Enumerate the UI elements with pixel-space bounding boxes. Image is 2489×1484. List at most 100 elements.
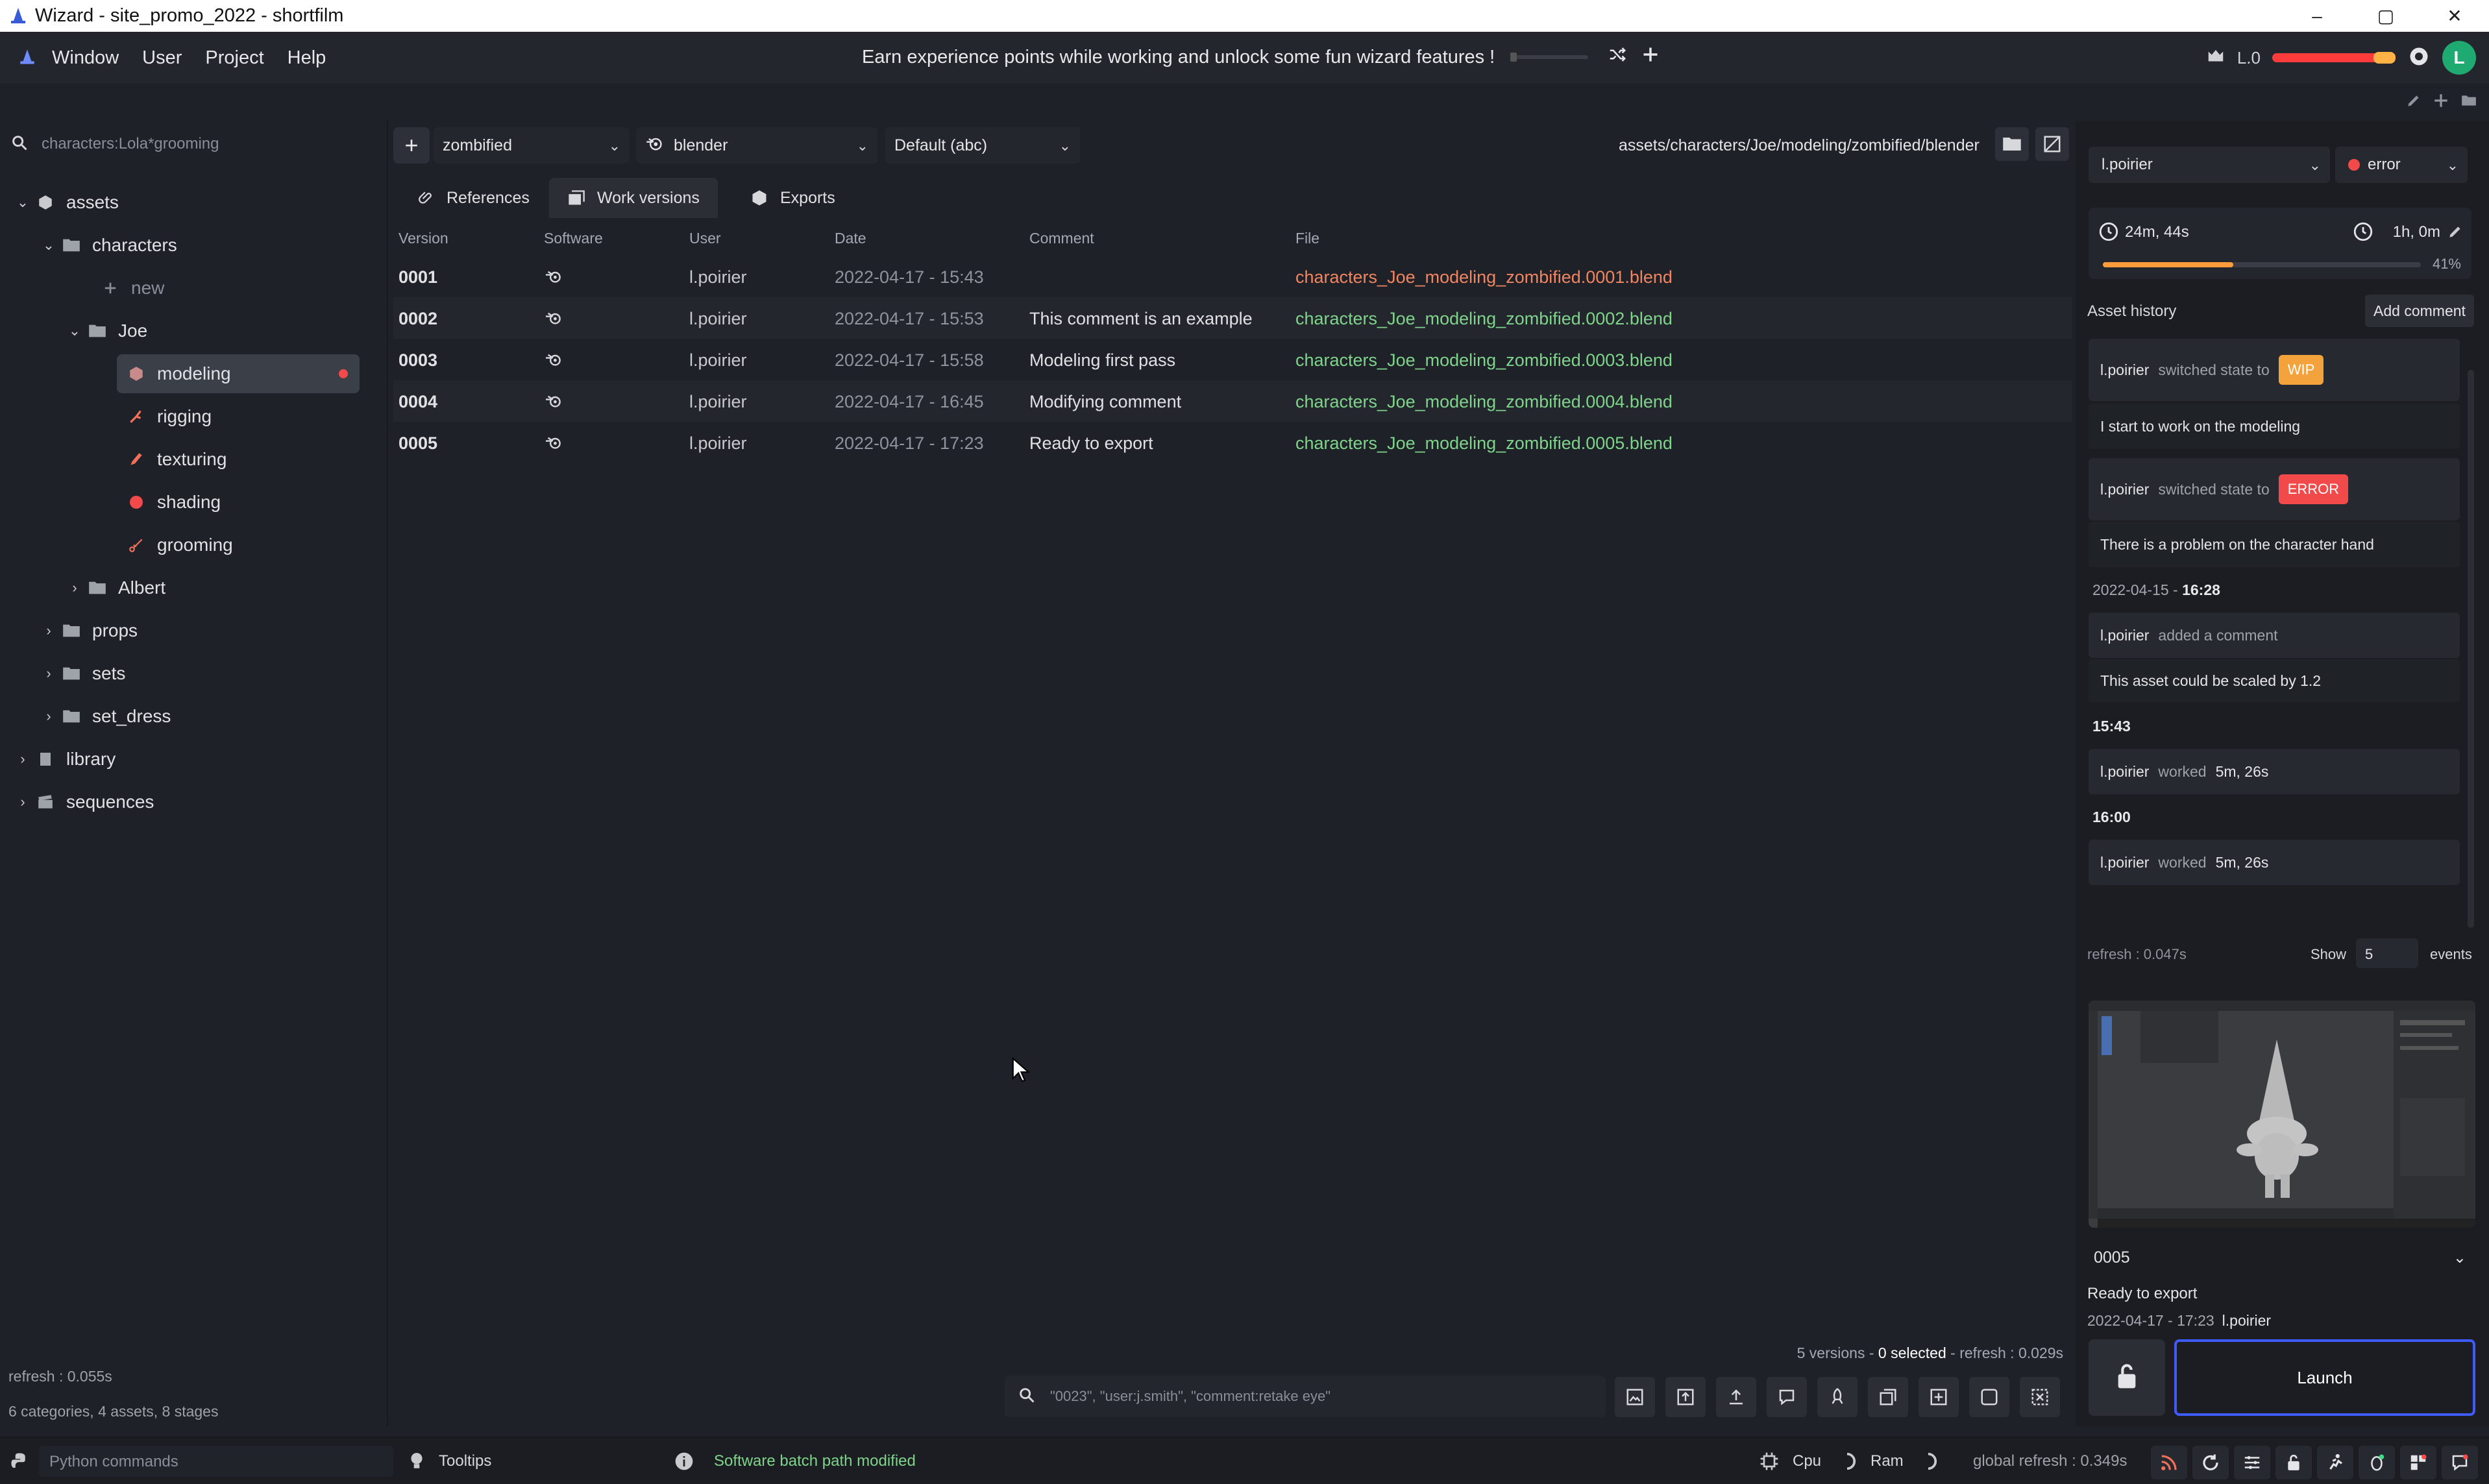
tab-references[interactable]: References (400, 178, 548, 218)
import-button[interactable] (1665, 1377, 1706, 1417)
assigned-user-select[interactable]: l.poirier ⌄ (2089, 147, 2330, 183)
preview-version-select[interactable]: 0005 ⌄ (2089, 1238, 2475, 1277)
chevron-right-icon[interactable]: › (39, 622, 58, 639)
column-header-version[interactable]: Version (398, 230, 448, 247)
lightbulb-icon[interactable] (404, 1448, 430, 1474)
table-row[interactable]: 0004 l.poirier 2022-04-17 - 16:45 Modify… (393, 380, 2072, 422)
close-button[interactable]: ✕ (2420, 0, 2489, 32)
add-comment-button[interactable]: Add comment (2365, 295, 2474, 327)
file-cell[interactable]: characters_Joe_modeling_zombified.0004.b… (1295, 392, 1673, 412)
tree-item-characters[interactable]: ⌄ characters (39, 226, 177, 265)
tree-item-grooming[interactable]: grooming (123, 526, 233, 565)
tree-item-modeling[interactable]: modeling (117, 354, 360, 393)
refresh-button[interactable] (2192, 1446, 2229, 1479)
tree-item-new[interactable]: new (97, 269, 164, 308)
add-variant-button[interactable]: + (393, 127, 430, 164)
upload-button[interactable] (1716, 1377, 1756, 1417)
chevron-down-icon[interactable]: ⌄ (39, 237, 58, 254)
menu-user[interactable]: User (142, 47, 182, 69)
menu-help[interactable]: Help (288, 47, 326, 69)
launch-button[interactable]: Launch (2174, 1339, 2475, 1416)
tree-item-albert[interactable]: › Albert (65, 568, 166, 607)
chevron-right-icon[interactable]: › (39, 665, 58, 682)
chevron-right-icon[interactable]: › (13, 751, 32, 768)
image-off-button[interactable] (2035, 127, 2069, 161)
tree-label: modeling (157, 363, 231, 383)
tree-item-shading[interactable]: shading (123, 483, 221, 522)
duplicate-button[interactable] (1868, 1377, 1908, 1417)
history-timestamp: 15:43 (2092, 718, 2131, 735)
minimize-button[interactable]: – (2283, 0, 2351, 32)
tree-label: library (66, 749, 116, 769)
column-header-date[interactable]: Date (835, 230, 866, 247)
shuffle-icon[interactable] (1608, 45, 1627, 69)
settings-gear-icon[interactable] (2407, 45, 2431, 71)
folder-icon[interactable] (2460, 92, 2478, 112)
bug-button[interactable] (2359, 1446, 2395, 1479)
xp-slider[interactable] (1510, 53, 1589, 62)
tree-item-props[interactable]: › props (39, 611, 138, 650)
file-cell[interactable]: characters_Joe_modeling_zombified.0003.b… (1295, 350, 1673, 371)
user-avatar[interactable]: L (2442, 41, 2476, 75)
lock-button[interactable] (2089, 1339, 2165, 1416)
notifications-button[interactable] (2442, 1446, 2478, 1479)
chevron-right-icon[interactable]: › (65, 579, 84, 596)
file-cell[interactable]: characters_Joe_modeling_zombified.0001.b… (1295, 267, 1673, 287)
tree-item-sequences[interactable]: › sequences (13, 783, 154, 821)
python-command-input[interactable]: Python commands (39, 1446, 393, 1477)
file-cell[interactable]: characters_Joe_modeling_zombified.0002.b… (1295, 309, 1673, 329)
tree-item-assets[interactable]: ⌄ assets (13, 183, 119, 222)
events-count-input[interactable]: 5 (2356, 938, 2418, 968)
history-scrollbar[interactable] (2468, 370, 2474, 928)
feed-button[interactable] (2151, 1446, 2187, 1479)
export-mode-select[interactable]: Default (abc) ⌄ (885, 127, 1080, 164)
table-row[interactable]: 0001 l.poirier 2022-04-17 - 15:43 charac… (393, 256, 2072, 297)
table-row[interactable]: 0005 l.poirier 2022-04-17 - 17:23 Ready … (393, 422, 2072, 463)
tree-item-set-dress[interactable]: › set_dress (39, 697, 171, 736)
tab-exports[interactable]: Exports (732, 178, 853, 218)
chevron-down-icon[interactable]: ⌄ (65, 322, 84, 339)
launch-rocket-button[interactable] (1817, 1377, 1858, 1417)
run-button[interactable] (2317, 1446, 2353, 1479)
comment-button[interactable] (1767, 1377, 1807, 1417)
dashboard-button[interactable] (2400, 1446, 2436, 1479)
archive-button[interactable] (2020, 1377, 2060, 1417)
column-header-comment[interactable]: Comment (1029, 230, 1094, 247)
column-header-user[interactable]: User (689, 230, 721, 247)
column-header-software[interactable]: Software (544, 230, 603, 247)
lock-button[interactable] (2275, 1446, 2312, 1479)
open-folder-button[interactable] (1995, 127, 2029, 161)
table-row[interactable]: 0002 l.poirier 2022-04-17 - 15:53 This c… (393, 297, 2072, 339)
variant-select[interactable]: zombified ⌄ (434, 127, 630, 164)
tree-item-library[interactable]: › library (13, 740, 116, 779)
edit-pencil-icon[interactable] (2405, 92, 2422, 112)
screenshot-button[interactable] (1615, 1377, 1655, 1417)
empty-version-button[interactable] (1969, 1377, 2009, 1417)
tree-search[interactable]: characters:Lola*grooming (0, 125, 388, 164)
tree-item-joe[interactable]: ⌄ Joe (65, 311, 147, 350)
column-header-file[interactable]: File (1295, 230, 1319, 247)
tree-item-sets[interactable]: › sets (39, 654, 125, 693)
file-cell[interactable]: characters_Joe_modeling_zombified.0005.b… (1295, 433, 1673, 454)
table-row[interactable]: 0003 l.poirier 2022-04-17 - 15:58 Modeli… (393, 339, 2072, 380)
menu-window[interactable]: Window (52, 47, 119, 69)
versions-search-input[interactable]: "0023", "user:j.smith", "comment:retake … (1005, 1376, 1606, 1417)
state-select[interactable]: error ⌄ (2335, 147, 2468, 183)
settings-sliders-button[interactable] (2234, 1446, 2270, 1479)
plus-icon[interactable] (1641, 45, 1660, 69)
tooltips-toggle[interactable]: Tooltips (439, 1452, 491, 1470)
tree-item-rigging[interactable]: rigging (123, 397, 212, 436)
chevron-right-icon[interactable]: › (39, 708, 58, 725)
tab-work-versions[interactable]: Work versions (549, 178, 718, 218)
tree-item-texturing[interactable]: texturing (123, 440, 227, 479)
clock-icon (2098, 221, 2120, 246)
maximize-button[interactable]: ▢ (2351, 0, 2420, 32)
software-select[interactable]: blender ⌄ (636, 127, 877, 164)
trophy-icon[interactable] (2206, 47, 2225, 69)
chevron-down-icon[interactable]: ⌄ (13, 194, 32, 211)
edit-pencil-icon[interactable] (2447, 223, 2464, 243)
new-version-button[interactable] (1919, 1377, 1959, 1417)
chevron-right-icon[interactable]: › (13, 794, 32, 810)
menu-project[interactable]: Project (205, 47, 264, 69)
add-icon[interactable] (2433, 92, 2449, 112)
